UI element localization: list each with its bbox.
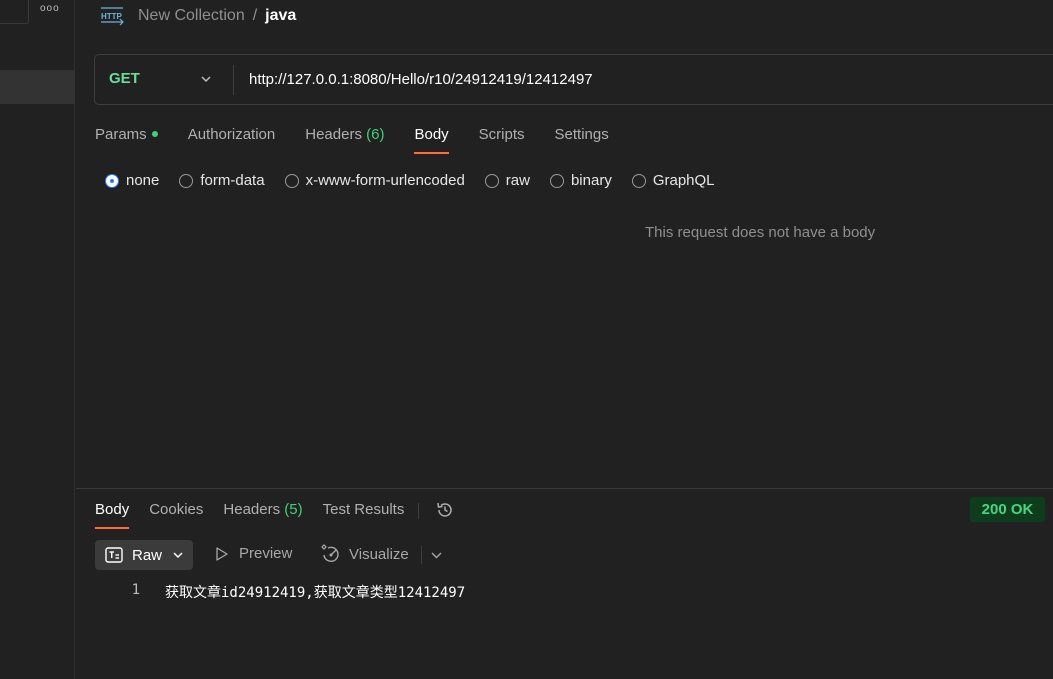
svg-text:HTTP: HTTP — [101, 12, 123, 21]
response-tab-test-results-label: Test Results — [322, 501, 405, 518]
url-divider — [233, 65, 234, 95]
radio-binary[interactable] — [549, 173, 564, 188]
response-divider[interactable] — [76, 488, 1053, 489]
radio-none[interactable] — [106, 174, 118, 187]
response-headers-count: (5) — [284, 501, 303, 518]
request-tabs: Params Authorization Headers (6) Body Sc… — [95, 126, 639, 156]
request-title[interactable]: java — [265, 6, 296, 26]
breadcrumb-separator: / — [252, 7, 258, 24]
tab-settings-label: Settings — [554, 126, 609, 143]
body-type-graphql[interactable]: GraphQL — [631, 172, 715, 189]
body-type-urlencoded[interactable]: x-www-form-urlencoded — [284, 172, 465, 189]
params-indicator-dot — [151, 131, 158, 138]
body-type-raw-label: raw — [505, 172, 530, 189]
empty-body-message: This request does not have a body — [645, 224, 876, 241]
sidebar-filter-box[interactable] — [0, 0, 29, 24]
tab-body[interactable]: Body — [414, 126, 449, 154]
preview-button[interactable]: Preview — [215, 545, 292, 562]
preview-label: Preview — [239, 545, 293, 562]
breadcrumb: New Collection / java — [138, 6, 296, 26]
more-options-icon[interactable]: ooo — [40, 3, 60, 14]
visualize-button[interactable]: Visualize — [320, 544, 409, 564]
response-tab-cookies[interactable]: Cookies — [149, 501, 203, 529]
visualize-label: Visualize — [349, 545, 409, 563]
body-type-none[interactable]: none — [105, 172, 159, 189]
method-select[interactable]: GET — [109, 70, 140, 87]
response-tabs-separator — [418, 503, 420, 519]
body-type-options: none form-data x-www-form-urlencoded raw… — [105, 172, 735, 189]
status-badge[interactable]: 200 OK — [970, 497, 1045, 522]
tab-body-label: Body — [414, 126, 449, 143]
radio-form-data[interactable] — [179, 173, 194, 188]
response-tab-body[interactable]: Body — [95, 501, 130, 529]
body-type-form-data[interactable]: form-data — [179, 172, 265, 189]
http-request-icon: HTTP — [101, 7, 124, 26]
response-tab-headers-label: Headers — [223, 501, 281, 518]
tab-scripts[interactable]: Scripts — [479, 126, 525, 154]
play-icon — [216, 546, 228, 561]
body-type-binary-label: binary — [570, 172, 612, 189]
tab-authorization-label: Authorization — [187, 126, 276, 143]
response-tab-body-label: Body — [95, 501, 130, 518]
body-type-binary[interactable]: binary — [549, 172, 612, 189]
response-tabs: Body Cookies Headers (5) Test Results — [95, 501, 455, 529]
body-type-raw[interactable]: raw — [484, 172, 530, 189]
chevron-down-icon[interactable] — [430, 549, 443, 562]
body-type-form-data-label: form-data — [200, 172, 265, 189]
response-body-line[interactable]: 获取文章id24912419,获取文章类型12412497 — [165, 582, 465, 602]
tab-params-label: Params — [95, 126, 147, 143]
sidebar-item-selected[interactable] — [0, 70, 75, 104]
tab-authorization[interactable]: Authorization — [188, 126, 276, 154]
radio-raw[interactable] — [484, 173, 499, 188]
response-tab-test-results[interactable]: Test Results — [323, 501, 405, 529]
tab-settings[interactable]: Settings — [555, 126, 609, 154]
url-bar: GET http://127.0.0.1:8080/Hello/r10/2491… — [94, 54, 1053, 105]
tab-headers[interactable]: Headers (6) — [305, 126, 384, 154]
visualize-icon — [321, 544, 339, 563]
history-icon[interactable] — [435, 500, 455, 520]
tab-params[interactable]: Params — [95, 126, 158, 154]
tab-scripts-label: Scripts — [478, 126, 525, 143]
breadcrumb-collection[interactable]: New Collection — [138, 6, 245, 26]
chevron-down-icon — [173, 552, 183, 559]
radio-graphql[interactable] — [631, 173, 646, 188]
chevron-down-icon[interactable] — [199, 72, 213, 86]
text-format-icon — [105, 547, 123, 563]
raw-format-button[interactable]: Raw — [95, 540, 193, 570]
body-type-none-label: none — [126, 172, 160, 189]
response-tab-cookies-label: Cookies — [149, 501, 204, 518]
body-type-graphql-label: GraphQL — [652, 172, 715, 189]
response-tab-headers[interactable]: Headers (5) — [223, 501, 302, 529]
raw-format-label: Raw — [132, 546, 163, 564]
tab-headers-label: Headers — [305, 126, 362, 143]
sidebar: ooo — [0, 0, 75, 679]
radio-urlencoded[interactable] — [284, 173, 299, 188]
line-number: 1 — [131, 582, 140, 598]
headers-count: (6) — [366, 126, 385, 143]
toolbar-separator — [421, 546, 422, 564]
url-input[interactable]: http://127.0.0.1:8080/Hello/r10/24912419… — [249, 71, 593, 88]
body-type-urlencoded-label: x-www-form-urlencoded — [305, 172, 465, 189]
